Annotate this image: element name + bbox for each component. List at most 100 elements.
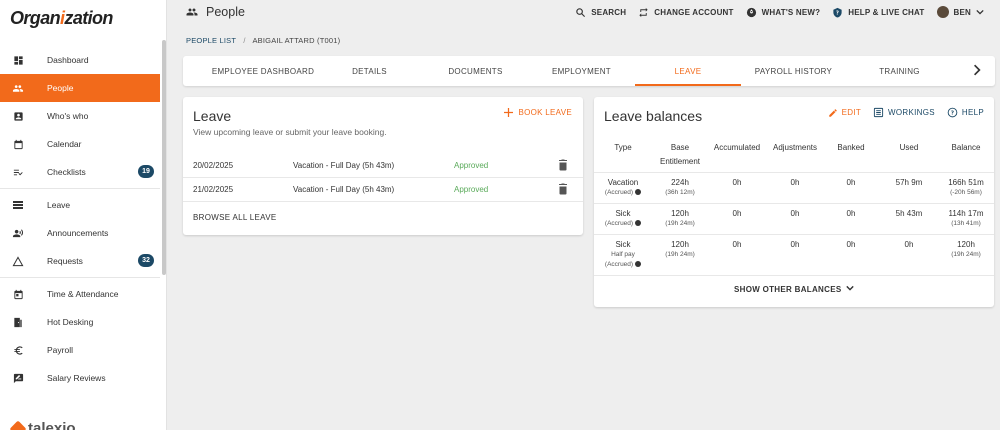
brand-mark-icon — [9, 420, 27, 430]
help-live-chat-button[interactable]: ? HELP & LIVE CHAT — [832, 7, 924, 18]
leave-balances-card: Leave balances EDIT WORKINGS ? HELP Type… — [594, 97, 994, 307]
workings-button[interactable]: WORKINGS — [873, 107, 935, 118]
column-header-used: Used — [899, 143, 919, 152]
column-header-balance: Balance — [951, 143, 981, 152]
whats-new-button[interactable]: WHAT'S NEW? — [746, 7, 821, 18]
info-icon[interactable] — [635, 261, 642, 267]
sidebar-item-announcements[interactable]: Announcements — [0, 219, 160, 247]
id-card-icon — [12, 110, 24, 122]
sidebar-item-label: People — [47, 83, 74, 93]
leave-row[interactable]: 21/02/2025 Vacation - Full Day (5h 43m) … — [183, 178, 583, 202]
checklist-icon — [12, 166, 24, 178]
announcement-icon — [12, 227, 24, 239]
swap-icon — [638, 7, 649, 18]
search-button[interactable]: SEARCH — [575, 7, 626, 18]
avatar — [936, 6, 949, 18]
breadcrumb-people-list[interactable]: PEOPLE LIST — [186, 36, 236, 45]
tab-details[interactable]: DETAILS — [333, 56, 406, 86]
tabs-scroll-right-button[interactable] — [973, 64, 985, 78]
delete-leave-button[interactable] — [558, 159, 568, 172]
change-account-button[interactable]: CHANGE ACCOUNT — [638, 7, 733, 18]
sidebar-divider — [0, 188, 160, 189]
book-leave-button[interactable]: BOOK LEAVE — [504, 108, 572, 117]
status-badge: Approved — [454, 161, 489, 170]
requests-count-badge: 32 — [138, 254, 154, 267]
dashboard-icon — [12, 54, 24, 66]
company-logo[interactable]: Organization — [10, 6, 113, 30]
calendar-icon — [12, 138, 24, 150]
sidebar-item-label: Dashboard — [47, 55, 89, 65]
pencil-icon — [828, 108, 838, 118]
warning-icon — [12, 255, 24, 267]
sidebar-item-label: Announcements — [47, 228, 109, 238]
help-circle-icon: ? — [947, 107, 958, 118]
status-badge: Approved — [454, 185, 489, 194]
top-bar: People SEARCH CHANGE ACCOUNT WHAT'S NEW?… — [167, 0, 1000, 26]
euro-icon — [12, 344, 24, 356]
sidebar-item-label: Time & Attendance — [47, 289, 119, 299]
sidebar-scrollbar[interactable] — [162, 40, 166, 275]
profile-tabs: EMPLOYEE DASHBOARD DETAILS DOCUMENTS EMP… — [183, 56, 995, 86]
sidebar-item-whos-who[interactable]: Who's who — [0, 102, 160, 130]
sidebar-item-dashboard[interactable]: Dashboard — [0, 46, 160, 74]
door-icon — [12, 316, 24, 328]
browse-all-leave-button[interactable]: BROWSE ALL LEAVE — [193, 213, 277, 222]
help-button[interactable]: ? HELP — [947, 107, 984, 118]
sidebar-item-salary-reviews[interactable]: Salary Reviews — [0, 364, 160, 392]
trash-icon — [558, 159, 568, 171]
user-menu[interactable]: BEN — [936, 6, 985, 18]
leave-balances-title: Leave balances — [604, 108, 703, 124]
tab-leave[interactable]: LEAVE — [635, 56, 741, 86]
tab-employment[interactable]: EMPLOYMENT — [528, 56, 635, 86]
sidebar-item-label: Leave — [47, 200, 71, 210]
tab-training[interactable]: TRAINING — [846, 56, 953, 86]
sidebar-item-label: Hot Desking — [47, 317, 94, 327]
sidebar-nav: Dashboard People Who's who Calendar Chec… — [0, 46, 160, 392]
tab-employee-dashboard[interactable]: EMPLOYEE DASHBOARD — [193, 56, 333, 86]
info-icon[interactable] — [635, 220, 642, 226]
column-header-accumulated: Accumulated — [713, 143, 761, 152]
sidebar-item-label: Who's who — [47, 111, 89, 121]
sidebar-item-leave[interactable]: Leave — [0, 191, 160, 219]
sidebar-item-calendar[interactable]: Calendar — [0, 130, 160, 158]
search-icon — [575, 7, 586, 18]
sidebar-item-payroll[interactable]: Payroll — [0, 336, 160, 364]
sidebar-item-label: Salary Reviews — [47, 373, 106, 383]
sidebar-item-people[interactable]: People — [0, 74, 160, 102]
tab-payroll-history[interactable]: PAYROLL HISTORY — [741, 56, 846, 86]
edit-balances-button[interactable]: EDIT — [828, 107, 861, 118]
rocket-icon — [746, 7, 757, 18]
footer-brand-logo: talexio — [9, 420, 76, 430]
plus-icon — [504, 108, 514, 117]
column-header-base-entitlement: Base Entitlement — [659, 143, 701, 166]
breadcrumb-separator: / — [243, 36, 246, 45]
svg-text:?: ? — [836, 10, 839, 16]
leave-row[interactable]: 20/02/2025 Vacation - Full Day (5h 43m) … — [183, 154, 583, 178]
chevron-down-icon — [976, 9, 984, 15]
sidebar-item-checklists[interactable]: Checklists 19 — [0, 158, 160, 186]
sidebar-item-requests[interactable]: Requests 32 — [0, 247, 160, 275]
delete-leave-button[interactable] — [558, 183, 568, 196]
breadcrumb: PEOPLE LIST / ABIGAIL ATTARD (T001) — [186, 36, 340, 45]
sidebar-divider — [0, 277, 160, 278]
help-icon: ? — [832, 7, 843, 18]
show-other-balances-button[interactable]: SHOW OTHER BALANCES — [594, 285, 994, 294]
table-row: Vacation (Accrued) 224h (36h 12m) 0h 0h 0… — [594, 172, 994, 203]
sidebar-item-time-attendance[interactable]: Time & Attendance — [0, 280, 160, 308]
svg-text:?: ? — [951, 111, 954, 117]
tab-documents[interactable]: DOCUMENTS — [423, 56, 528, 86]
review-icon — [12, 372, 24, 384]
page-title: People — [185, 5, 245, 19]
chevron-right-icon — [973, 64, 985, 76]
sidebar-item-hot-desking[interactable]: Hot Desking — [0, 308, 160, 336]
sidebar-item-label: Calendar — [47, 139, 82, 149]
sidebar: Organization Dashboard People Who's who … — [0, 0, 167, 430]
chevron-down-icon — [846, 285, 854, 291]
column-header-banked: Banked — [837, 143, 865, 152]
list-icon — [873, 107, 884, 118]
column-header-type: Type — [614, 143, 632, 152]
info-icon[interactable] — [635, 189, 642, 195]
people-icon — [185, 6, 199, 18]
people-icon — [12, 82, 24, 94]
table-row: Sick Half pay (Accrued) 120h (19h 24m) 0h… — [594, 234, 994, 276]
